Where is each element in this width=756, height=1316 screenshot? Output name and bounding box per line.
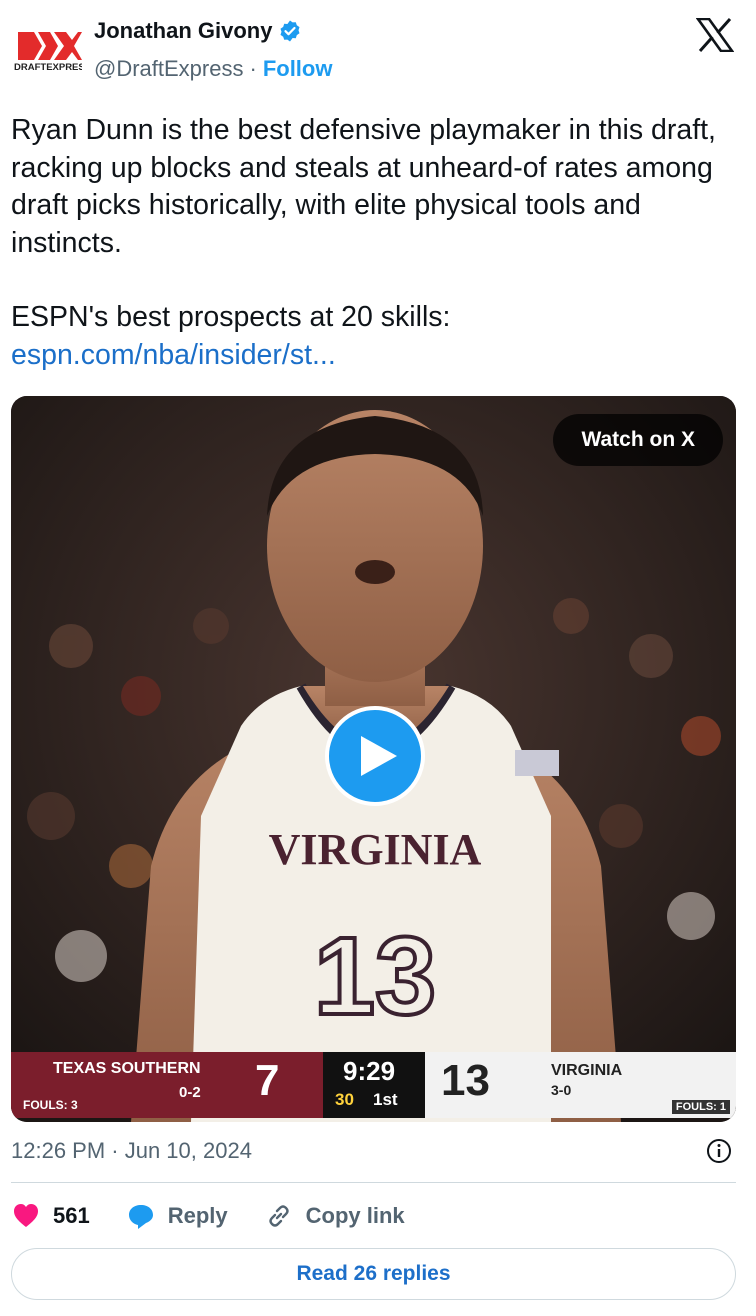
home-team-fouls: FOULS: 1 <box>671 1100 730 1114</box>
scoreboard-clock: 9:29 30 1st <box>323 1052 425 1118</box>
scoreboard-away: TEXAS SOUTHERN 0-2 FOULS: 3 7 <box>11 1052 323 1118</box>
video-player[interactable]: VIRGINIA 13 Watch on X TEXAS SOUTHERN 0-… <box>11 396 736 1122</box>
tweet-link[interactable]: espn.com/nba/insider/st... <box>11 339 336 371</box>
read-replies-button[interactable]: Read 26 replies <box>11 1248 736 1300</box>
x-logo-icon[interactable] <box>696 18 734 52</box>
reply-button[interactable]: Reply <box>126 1201 228 1231</box>
home-team-record: 3-0 <box>551 1082 572 1098</box>
copy-link-button[interactable]: Copy link <box>264 1201 405 1231</box>
away-team-name: TEXAS SOUTHERN <box>53 1060 201 1077</box>
away-team-fouls: FOULS: 3 <box>23 1098 78 1112</box>
like-button[interactable]: 561 <box>11 1201 90 1231</box>
jersey-number: 13 <box>314 915 436 1038</box>
tweet-header: DRAFTEXPRESS Jonathan Givony @DraftExpre… <box>0 0 756 100</box>
like-count: 561 <box>53 1203 90 1228</box>
divider <box>11 1182 736 1183</box>
author-name[interactable]: Jonathan Givony <box>94 18 272 44</box>
away-team-record: 0-2 <box>179 1084 201 1101</box>
info-icon[interactable] <box>706 1138 732 1164</box>
author-name-row: Jonathan Givony <box>94 18 302 44</box>
reply-icon <box>128 1205 153 1229</box>
action-bar: 561 Reply Copy link <box>11 1196 441 1236</box>
game-clock: 9:29 <box>343 1056 396 1086</box>
copy-link-label: Copy link <box>305 1203 405 1228</box>
author-handle-row: @DraftExpress · Follow <box>94 56 332 82</box>
draftexpress-logo-text: DRAFTEXPRESS <box>14 62 82 72</box>
shot-clock: 30 <box>335 1090 354 1109</box>
play-button[interactable] <box>325 706 425 806</box>
follow-button[interactable]: Follow <box>263 56 333 82</box>
game-period: 1st <box>373 1090 398 1109</box>
verified-badge-icon <box>280 20 300 42</box>
scoreboard: TEXAS SOUTHERN 0-2 FOULS: 3 7 9:29 30 1s… <box>11 1052 736 1122</box>
tweet-paragraph-1: Ryan Dunn is the best defensive playmake… <box>11 114 716 259</box>
play-icon <box>361 736 397 776</box>
author-avatar[interactable]: DRAFTEXPRESS <box>14 26 91 73</box>
handle-separator: · <box>249 56 257 81</box>
away-team-score: 7 <box>255 1056 280 1105</box>
home-team-score: 13 <box>441 1056 490 1105</box>
author-handle[interactable]: @DraftExpress <box>94 56 243 82</box>
tweet-paragraph-2: ESPN's best prospects at 20 skills: <box>11 301 451 333</box>
watch-on-x-button[interactable]: Watch on X <box>553 414 723 466</box>
tweet-text: Ryan Dunn is the best defensive playmake… <box>11 112 731 374</box>
home-team-name: VIRGINIA <box>551 1062 623 1079</box>
link-icon <box>268 1205 289 1227</box>
scoreboard-home: 13 VIRGINIA 3-0 FOULS: 1 <box>425 1052 736 1118</box>
reply-label: Reply <box>167 1203 228 1228</box>
jersey-text: VIRGINIA <box>269 825 482 874</box>
heart-icon <box>14 1204 38 1227</box>
tweet-timestamp[interactable]: 12:26 PM · Jun 10, 2024 <box>11 1138 252 1164</box>
